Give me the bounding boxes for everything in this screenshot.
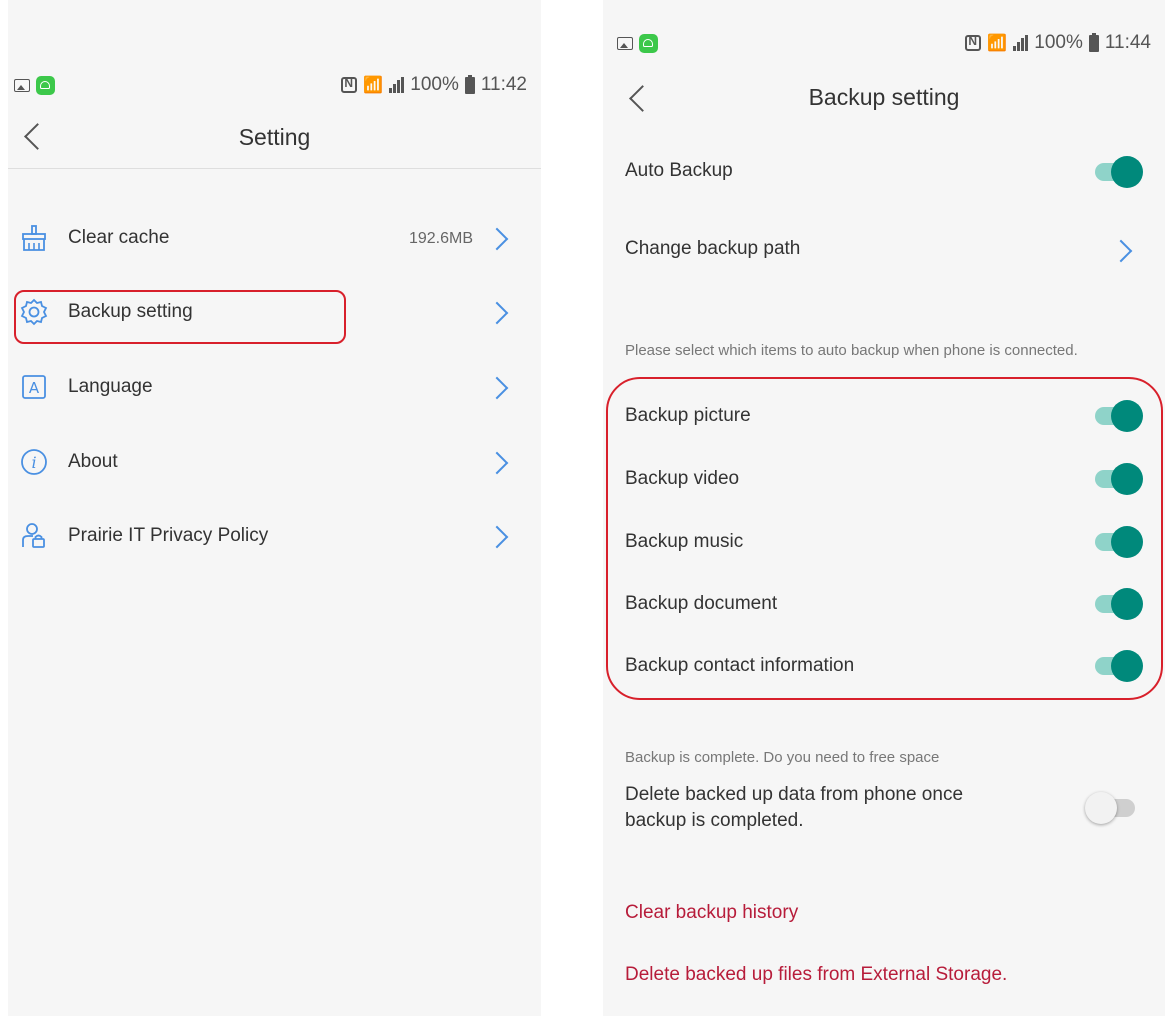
settings-item-about[interactable]: i About (8, 442, 541, 482)
change-backup-path-label: Change backup path (625, 238, 801, 259)
settings-item-label: Clear cache (68, 227, 170, 248)
status-time: 11:42 (480, 74, 527, 95)
delete-after-backup-toggle[interactable] (1085, 792, 1135, 824)
delete-external-files-link[interactable]: Delete backed up files from External Sto… (625, 964, 1007, 986)
delete-after-backup-row: Delete backed up data from phone once ba… (603, 782, 1165, 842)
backup-item-label: Backup contact information (625, 655, 855, 676)
backup-item-music: Backup music (603, 520, 1165, 564)
title-bar: Backup setting (603, 66, 1165, 126)
chevron-right-icon (1109, 239, 1133, 263)
gallery-notification-icon (617, 36, 633, 50)
chevron-right-icon (485, 376, 509, 400)
wifi-icon: 📶 (363, 77, 384, 94)
backup-video-toggle[interactable] (1095, 463, 1143, 495)
auto-backup-hint: Please select which items to auto backup… (625, 342, 1078, 359)
battery-icon (464, 74, 475, 94)
cache-size-value: 192.6MB (408, 230, 473, 247)
settings-screen: 📶 100% 11:42 Setting Clear cache 192.6MB… (8, 0, 541, 1016)
nfc-icon (965, 34, 982, 51)
backup-item-label: Backup document (625, 593, 778, 614)
battery-percent: 100% (410, 74, 459, 95)
nfc-icon (341, 76, 358, 93)
wifi-icon: 📶 (987, 35, 1008, 52)
gallery-notification-icon (14, 78, 30, 92)
backup-item-label: Backup music (625, 531, 744, 552)
settings-item-language[interactable]: A Language (8, 367, 541, 407)
language-a-icon: A (20, 373, 48, 401)
settings-item-backup-setting[interactable]: Backup setting (8, 292, 541, 332)
clear-backup-history-link[interactable]: Clear backup history (625, 902, 798, 924)
app-notification-icon (36, 75, 55, 95)
page-title: Backup setting (808, 84, 960, 110)
backup-document-toggle[interactable] (1095, 588, 1143, 620)
backup-item-picture: Backup picture (603, 394, 1165, 438)
backup-item-label: Backup picture (625, 405, 751, 426)
settings-item-label: About (68, 451, 118, 472)
backup-picture-toggle[interactable] (1095, 400, 1143, 432)
settings-item-clear-cache[interactable]: Clear cache 192.6MB (8, 218, 541, 258)
gear-icon (20, 298, 48, 326)
broom-icon (20, 224, 48, 252)
info-icon: i (20, 448, 48, 476)
auto-backup-row: Auto Backup (603, 150, 1165, 194)
settings-item-label: Prairie IT Privacy Policy (68, 525, 269, 546)
status-time: 11:44 (1104, 32, 1151, 53)
title-divider (8, 168, 541, 169)
auto-backup-label: Auto Backup (625, 160, 733, 181)
backup-setting-screen: 📶 100% 11:44 Backup setting Auto Backup … (603, 0, 1165, 1016)
user-lock-icon (20, 522, 48, 550)
backup-item-label: Backup video (625, 468, 740, 489)
settings-item-privacy-policy[interactable]: Prairie IT Privacy Policy (8, 516, 541, 556)
change-backup-path-row[interactable]: Change backup path (603, 228, 1165, 272)
chevron-right-icon (485, 301, 509, 325)
battery-percent: 100% (1034, 32, 1083, 53)
backup-music-toggle[interactable] (1095, 526, 1143, 558)
status-bar: 📶 100% 11:44 (603, 26, 1165, 60)
signal-icon (389, 77, 405, 93)
backup-item-contact: Backup contact information (603, 644, 1165, 688)
chevron-right-icon (485, 525, 509, 549)
title-bar: Setting (8, 104, 541, 164)
backup-item-document: Backup document (603, 582, 1165, 626)
status-bar: 📶 100% 11:42 (8, 68, 541, 102)
settings-item-label: Language (68, 376, 153, 397)
chevron-right-icon (485, 227, 509, 251)
page-title: Setting (238, 124, 311, 150)
signal-icon (1013, 35, 1029, 51)
settings-item-label: Backup setting (68, 301, 193, 322)
backup-item-video: Backup video (603, 457, 1165, 501)
free-space-hint: Backup is complete. Do you need to free … (625, 749, 940, 766)
battery-icon (1088, 32, 1099, 52)
chevron-right-icon (485, 451, 509, 475)
backup-contact-toggle[interactable] (1095, 650, 1143, 682)
delete-after-backup-label: Delete backed up data from phone once ba… (625, 784, 964, 831)
auto-backup-toggle[interactable] (1095, 156, 1143, 188)
svg-text:A: A (29, 379, 40, 397)
svg-text:i: i (31, 453, 36, 472)
app-notification-icon (639, 33, 658, 53)
